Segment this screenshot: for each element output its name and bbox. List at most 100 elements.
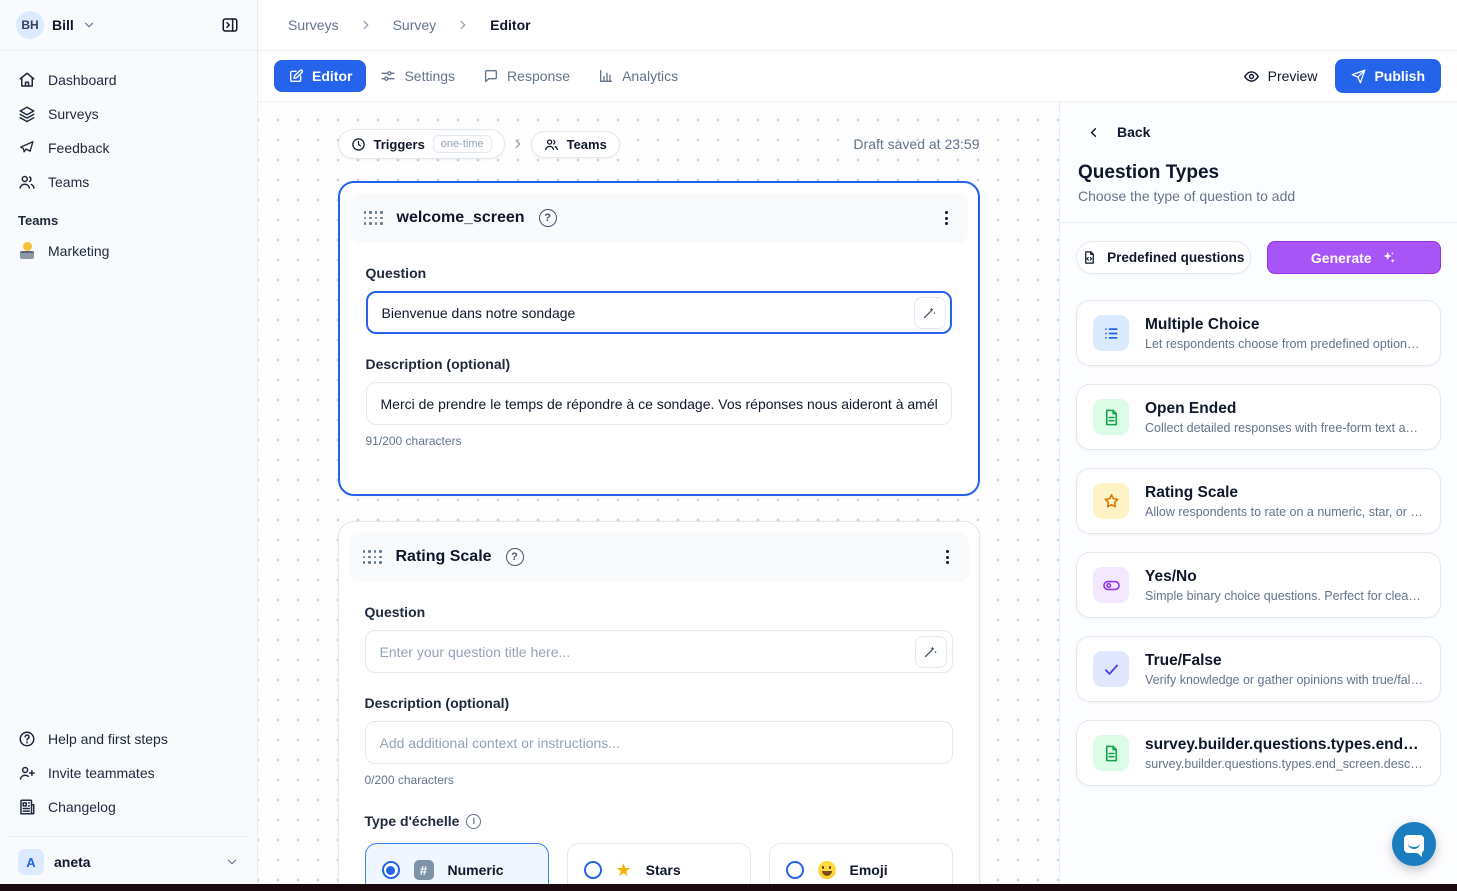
- send-icon: [1351, 69, 1366, 84]
- kebab-menu-icon[interactable]: [939, 205, 954, 231]
- question-card-rating-scale[interactable]: Rating Scale ? Question Description: [338, 521, 980, 891]
- question-title-input[interactable]: [365, 630, 953, 673]
- star-emoji-icon: ★: [616, 861, 632, 879]
- question-card-welcome-screen[interactable]: welcome_screen ? Question Descriptio: [338, 181, 980, 496]
- sidebar-item-invite[interactable]: Invite teammates: [10, 756, 247, 790]
- question-type-text: True/False Verify knowledge or gather op…: [1145, 652, 1424, 687]
- workspace-switcher[interactable]: BH Bill: [16, 11, 96, 39]
- sidebar-item-feedback[interactable]: Feedback: [10, 131, 247, 165]
- tab-editor[interactable]: Editor: [274, 60, 366, 92]
- question-type-description: survey.builder.questions.types.end_scree…: [1145, 757, 1424, 771]
- question-title-input[interactable]: [366, 291, 952, 334]
- help-icon[interactable]: ?: [539, 209, 557, 227]
- layers-icon: [18, 105, 36, 123]
- sidebar-item-help[interactable]: Help and first steps: [10, 722, 247, 756]
- question-card-title: Rating Scale: [396, 548, 492, 566]
- sidebar-item-label: Help and first steps: [48, 731, 168, 747]
- teams-chip[interactable]: Teams: [531, 131, 620, 158]
- tab-analytics[interactable]: Analytics: [584, 60, 692, 92]
- file-text-icon: [1093, 735, 1129, 771]
- question-type-multiple-choice[interactable]: Multiple Choice Let respondents choose f…: [1076, 300, 1441, 366]
- trigger-type-badge: one-time: [433, 135, 492, 153]
- sidebar: BH Bill Dashboard: [0, 0, 258, 891]
- ai-rewrite-button[interactable]: [914, 297, 946, 329]
- breadcrumb-survey[interactable]: Survey: [393, 17, 437, 33]
- question-type-true-false[interactable]: True/False Verify knowledge or gather op…: [1076, 636, 1441, 702]
- triggers-chip[interactable]: Triggers one-time: [338, 129, 505, 159]
- person-technologist-icon: [18, 242, 36, 260]
- bar-chart-icon: [598, 68, 614, 84]
- tab-settings[interactable]: Settings: [366, 60, 469, 92]
- chat-widget-button[interactable]: [1392, 822, 1436, 866]
- question-type-yes-no[interactable]: Yes/No Simple binary choice questions. P…: [1076, 552, 1441, 618]
- back-button[interactable]: Back: [1076, 124, 1441, 140]
- info-icon: i: [466, 814, 481, 829]
- chevron-right-icon: [511, 137, 525, 151]
- sidebar-item-label: Surveys: [48, 106, 99, 122]
- scale-type-label: Type d'échelle i: [365, 813, 953, 829]
- radio-icon[interactable]: [584, 861, 602, 879]
- panel-actions: Predefined questions Generate: [1060, 223, 1457, 280]
- drag-handle-icon[interactable]: [364, 211, 383, 225]
- back-label: Back: [1117, 124, 1150, 140]
- sidebar-item-label: Feedback: [48, 140, 109, 156]
- chevron-left-icon: [1086, 125, 1101, 140]
- question-type-title: Multiple Choice: [1145, 316, 1424, 334]
- drag-handle-icon[interactable]: [363, 550, 382, 564]
- workspace-name: Bill: [52, 17, 74, 33]
- team-name: Marketing: [48, 243, 109, 259]
- question-card-header: Rating Scale ?: [349, 532, 969, 582]
- question-type-open-ended[interactable]: Open Ended Collect detailed responses wi…: [1076, 384, 1441, 450]
- question-type-text: Multiple Choice Let respondents choose f…: [1145, 316, 1424, 351]
- sidebar-nav: Dashboard Surveys Feedback Teams: [0, 51, 257, 199]
- tab-label: Settings: [404, 68, 455, 84]
- panel-collapse-icon: [221, 16, 239, 34]
- toggle-icon: [1093, 567, 1129, 603]
- scale-option-label: Stars: [646, 862, 681, 878]
- question-type-description: Simple binary choice questions. Perfect …: [1145, 589, 1424, 603]
- question-type-description: Verify knowledge or gather opinions with…: [1145, 673, 1424, 687]
- radio-icon[interactable]: [786, 861, 804, 879]
- sidebar-item-dashboard[interactable]: Dashboard: [10, 63, 247, 97]
- newspaper-icon: [18, 798, 36, 816]
- kebab-menu-icon[interactable]: [940, 544, 955, 570]
- description-input[interactable]: [366, 382, 952, 425]
- tab-response[interactable]: Response: [469, 60, 584, 92]
- question-type-end-screen[interactable]: survey.builder.questions.types.end_scr..…: [1076, 720, 1441, 786]
- publish-button[interactable]: Publish: [1335, 59, 1441, 93]
- radio-checked-icon[interactable]: [382, 861, 400, 879]
- breadcrumb-surveys[interactable]: Surveys: [288, 17, 339, 33]
- predefined-questions-button[interactable]: Predefined questions: [1076, 241, 1251, 274]
- breadcrumb: Surveys Survey Editor: [258, 0, 1457, 51]
- sidebar-item-changelog[interactable]: Changelog: [10, 790, 247, 824]
- user-menu[interactable]: A aneta: [10, 836, 247, 891]
- char-counter: 91/200 characters: [366, 434, 952, 448]
- preview-button[interactable]: Preview: [1243, 68, 1318, 85]
- chevron-right-icon: [359, 18, 373, 32]
- panel-title: Question Types: [1078, 162, 1441, 184]
- sidebar-item-surveys[interactable]: Surveys: [10, 97, 247, 131]
- description-input[interactable]: [365, 721, 953, 764]
- char-counter: 0/200 characters: [365, 773, 953, 787]
- clock-icon: [351, 137, 366, 152]
- question-type-rating-scale[interactable]: Rating Scale Allow respondents to rate o…: [1076, 468, 1441, 534]
- file-text-icon: [1093, 399, 1129, 435]
- sidebar-team-marketing[interactable]: Marketing: [0, 234, 257, 268]
- generate-button[interactable]: Generate: [1267, 241, 1442, 274]
- question-type-title: survey.builder.questions.types.end_scr..…: [1145, 736, 1424, 754]
- help-icon[interactable]: ?: [506, 548, 524, 566]
- tab-label: Editor: [312, 68, 352, 84]
- predefined-questions-label: Predefined questions: [1107, 250, 1244, 265]
- question-type-title: True/False: [1145, 652, 1424, 670]
- pencil-square-icon: [288, 68, 304, 84]
- star-icon: [1093, 483, 1129, 519]
- sidebar-collapse-button[interactable]: [217, 12, 243, 38]
- content-row: Triggers one-time Teams Draft saved at 2…: [258, 102, 1457, 891]
- question-type-title: Rating Scale: [1145, 484, 1424, 502]
- question-type-description: Collect detailed responses with free-for…: [1145, 421, 1424, 435]
- ai-rewrite-button[interactable]: [915, 636, 947, 668]
- survey-editor-app: BH Bill Dashboard: [0, 0, 1457, 891]
- panel-head: Back Question Types Choose the type of q…: [1060, 102, 1457, 222]
- publish-label: Publish: [1374, 68, 1425, 84]
- sidebar-item-teams[interactable]: Teams: [10, 165, 247, 199]
